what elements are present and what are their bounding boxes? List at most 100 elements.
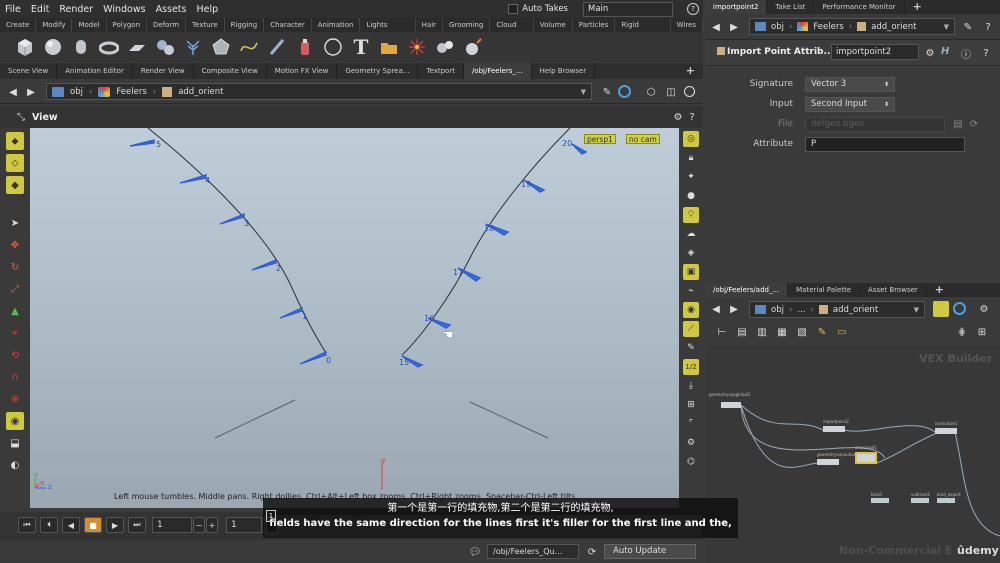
- network-path-field[interactable]: obj › ... › add_orient ▼: [749, 301, 925, 318]
- file-reload-icon[interactable]: ⟳: [967, 117, 981, 131]
- node-importpoint2[interactable]: [823, 426, 845, 432]
- gear-icon[interactable]: ⚙: [977, 302, 991, 316]
- parameter-path-field[interactable]: obj › Feelers › add_orient ▼: [749, 18, 955, 35]
- forward-arrow-icon[interactable]: ▶: [727, 20, 741, 34]
- frame-increment-button[interactable]: +: [206, 517, 218, 533]
- link-icon[interactable]: [953, 302, 966, 315]
- grid-view-icon[interactable]: ▦: [775, 325, 789, 339]
- tab-obj-feelers[interactable]: /obj/Feelers_...: [463, 63, 532, 79]
- node-crossprod1[interactable]: [855, 452, 877, 464]
- jump-end-button[interactable]: ⏭: [128, 517, 146, 533]
- path-ellipsis[interactable]: ...: [797, 305, 805, 315]
- talk-bubble-icon[interactable]: 💬︎: [468, 545, 482, 559]
- bulb-icon[interactable]: 💡︎: [683, 207, 699, 223]
- view-tool-icon[interactable]: ◉: [6, 412, 24, 430]
- shelf-tab-cloudfx[interactable]: Cloud FX: [490, 18, 534, 43]
- hda-h-icon[interactable]: H: [941, 46, 949, 57]
- node-name-field[interactable]: importpoint2: [831, 44, 919, 60]
- menu-render[interactable]: Render: [54, 4, 98, 15]
- tab-composite-view[interactable]: Composite View: [194, 63, 267, 79]
- shelf-tab-lights[interactable]: Lights and...: [360, 18, 416, 43]
- pin-icon[interactable]: ✎: [961, 20, 975, 34]
- scale-tool-icon[interactable]: ⤢: [6, 280, 24, 298]
- link-icon[interactable]: [618, 85, 631, 98]
- scene-viewport[interactable]: 5 4 3 2 1 0 20 19 18 17 16 15 persp1 no …: [30, 128, 679, 508]
- geo-display-icon[interactable]: ◈: [683, 245, 699, 261]
- path-node[interactable]: add_orient: [178, 87, 223, 97]
- frame-icon[interactable]: ⌜: [683, 416, 699, 432]
- tab-obj-feelers-add[interactable]: /obj/Feelers/add_...: [705, 283, 789, 297]
- view-handle-icon[interactable]: ⤡: [14, 110, 28, 124]
- test-geometry-tool-icon[interactable]: [434, 36, 456, 58]
- move-tool-icon[interactable]: ✥: [6, 236, 24, 254]
- add-tab-icon[interactable]: +: [678, 63, 703, 79]
- cam-menu[interactable]: no cam: [626, 134, 660, 144]
- file-tool-icon[interactable]: [378, 36, 400, 58]
- shelf-tab-texture[interactable]: Texture: [186, 18, 225, 32]
- back-arrow-icon[interactable]: ◀: [6, 85, 20, 99]
- curve-tool-icon[interactable]: [238, 36, 260, 58]
- snap-grid-icon[interactable]: ⋕: [955, 325, 969, 339]
- shelf-tab-grooming[interactable]: Grooming: [443, 18, 491, 32]
- light-icon[interactable]: ✦: [683, 169, 699, 185]
- pin-icon[interactable]: [933, 301, 949, 317]
- path-dropdown-icon[interactable]: ▼: [581, 88, 586, 96]
- snapshot-icon[interactable]: ◫: [664, 85, 678, 99]
- sphere-shading-icon[interactable]: ●: [683, 188, 699, 204]
- magnet-tool-icon[interactable]: ∩: [6, 368, 24, 386]
- pointer-tool-icon[interactable]: ➤: [6, 214, 24, 232]
- draw-curve-tool-icon[interactable]: [266, 36, 288, 58]
- file-field[interactable]: defgeo.bgeo: [805, 116, 945, 132]
- flipbook-icon[interactable]: ◐: [6, 456, 24, 474]
- signature-select[interactable]: Vector 3 ⬍: [805, 76, 895, 92]
- secure-selection-icon[interactable]: ◆: [6, 176, 24, 194]
- menu-edit[interactable]: Edit: [26, 4, 54, 15]
- tab-performance-monitor[interactable]: Performance Monitor: [814, 0, 905, 14]
- shelf-tab-hair[interactable]: Hair: [416, 18, 444, 32]
- gear-icon[interactable]: ⚙: [923, 46, 937, 60]
- tab-scene-view[interactable]: Scene View: [0, 63, 58, 79]
- auto-takes-checkbox[interactable]: [508, 4, 519, 14]
- null-tool-icon[interactable]: [154, 36, 176, 58]
- tab-motion-fx-view[interactable]: Motion FX View: [267, 63, 338, 79]
- menu-windows[interactable]: Windows: [98, 4, 150, 15]
- pin-icon[interactable]: ✎: [600, 85, 614, 99]
- font-tool-icon[interactable]: T: [350, 35, 372, 59]
- path-node[interactable]: add_orient: [833, 305, 878, 315]
- frame-marker-icon[interactable]: 1/2: [683, 359, 699, 375]
- network-box-icon[interactable]: ▭: [835, 325, 849, 339]
- shelf-tab-animation[interactable]: Animation: [312, 18, 361, 32]
- camera-view-icon[interactable]: ⌬: [683, 454, 699, 470]
- layout-icon[interactable]: ⊢: [715, 325, 729, 339]
- torus-tool-icon[interactable]: [98, 36, 120, 58]
- path-obj[interactable]: obj: [771, 305, 784, 315]
- menu-help[interactable]: Help: [191, 4, 223, 15]
- add-tab-icon[interactable]: +: [905, 0, 930, 14]
- path-obj[interactable]: obj: [771, 22, 784, 32]
- input-select[interactable]: Second Input ⬍: [805, 96, 895, 112]
- snap-icon[interactable]: ⊞: [683, 397, 699, 413]
- handle-tool-icon[interactable]: ▲: [6, 302, 24, 320]
- spray-paint-tool-icon[interactable]: [294, 36, 316, 58]
- shelf-tab-create[interactable]: Create: [0, 18, 37, 32]
- forward-arrow-icon[interactable]: ▶: [24, 85, 38, 99]
- shelf-tab-volume[interactable]: Volume: [534, 18, 573, 32]
- node-normalize1[interactable]: [935, 428, 957, 434]
- node-bind-export[interactable]: [937, 498, 955, 503]
- tab-help-browser[interactable]: Help Browser: [532, 63, 596, 79]
- display-options-icon[interactable]: ⬡: [644, 85, 658, 99]
- forward-arrow-icon[interactable]: ▶: [727, 302, 741, 316]
- spiral-tool-icon[interactable]: [406, 36, 428, 58]
- pose-tool-icon[interactable]: ⌖: [6, 324, 24, 342]
- auto-takes[interactable]: Auto Takes: [503, 4, 573, 14]
- select-mode-icon[interactable]: ⬦: [6, 154, 24, 172]
- shelf-tab-character[interactable]: Character: [264, 18, 312, 32]
- play-button[interactable]: ▶: [106, 517, 124, 533]
- sphere-tool-icon[interactable]: [42, 36, 64, 58]
- frame-field[interactable]: 1: [152, 517, 192, 533]
- note-icon[interactable]: ▧: [795, 325, 809, 339]
- start-frame-field[interactable]: 1: [226, 517, 262, 533]
- render-region-icon[interactable]: ⬓: [6, 434, 24, 452]
- circle-tool-icon[interactable]: [322, 36, 344, 58]
- point-numbers-icon[interactable]: ◉: [683, 302, 699, 318]
